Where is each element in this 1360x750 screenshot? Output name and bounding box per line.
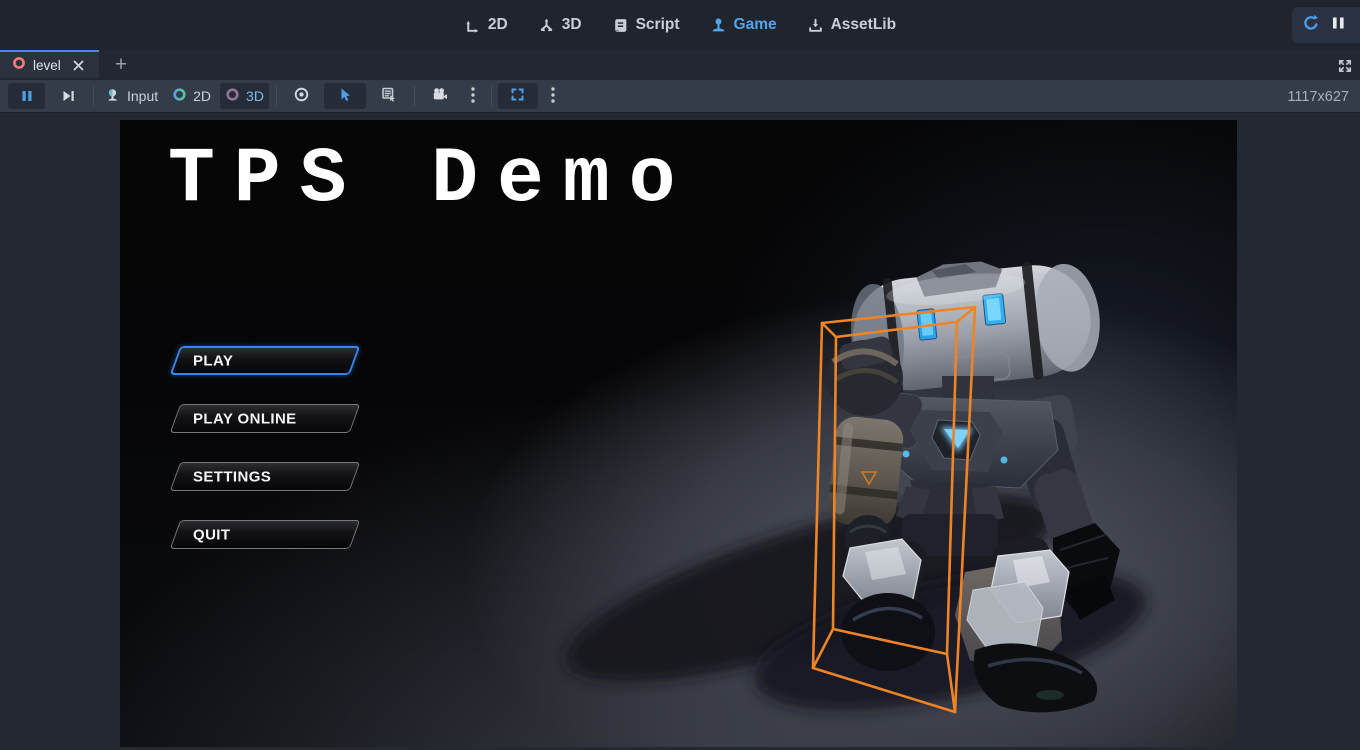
select-mode-button[interactable]	[324, 83, 366, 109]
workspace-tab-label: Script	[636, 16, 680, 34]
node-type-2d-button[interactable]: 2D	[167, 83, 216, 109]
next-frame-button[interactable]	[49, 83, 86, 109]
workspace-tab-label: 2D	[488, 16, 508, 34]
circle-dot-icon	[293, 86, 310, 106]
reload-icon[interactable]	[1302, 14, 1320, 37]
workspace-tab-label: 3D	[562, 16, 582, 34]
run-controls-panel	[1292, 7, 1360, 43]
expand-icon[interactable]	[1336, 57, 1354, 75]
input-toggle-label: Input	[127, 83, 158, 109]
node-type-2d-label: 2D	[193, 83, 211, 109]
list-select-icon	[380, 86, 397, 106]
toolbar-separator	[276, 86, 277, 106]
scene-3d-node-icon	[12, 56, 26, 75]
toolbar-separator	[491, 86, 492, 106]
visibility-button[interactable]	[283, 83, 320, 109]
game-title: TPS Demo	[168, 136, 694, 224]
game-joystick-icon	[710, 17, 727, 34]
add-scene-tab-button[interactable]: +	[106, 50, 136, 80]
workspace-nav: 2D 3D Script	[464, 16, 896, 34]
play-button[interactable]: PLAY	[175, 346, 355, 375]
input-toggle-button[interactable]: Input	[100, 83, 163, 109]
camera-override-button[interactable]	[421, 83, 458, 109]
workspace-tab-script[interactable]: Script	[612, 16, 680, 34]
embed-game-button[interactable]	[498, 83, 538, 109]
quit-button[interactable]: QUIT	[175, 520, 355, 549]
scene-tab-bar: level +	[0, 50, 1360, 80]
camera-icon	[431, 86, 448, 106]
game-view-toolbar: Input 2D 3D	[0, 80, 1360, 113]
quit-button-label: QUIT	[193, 526, 230, 543]
node-2d-ring-icon	[172, 87, 187, 105]
workspace-tab-3d[interactable]: 3D	[538, 16, 582, 34]
workspace-tab-label: AssetLib	[831, 16, 896, 34]
play-button-label: PLAY	[193, 352, 233, 369]
embed-menu-button[interactable]	[542, 83, 564, 109]
workspace-tab-game[interactable]: Game	[710, 16, 777, 34]
workspace-2d-icon	[464, 17, 481, 34]
assetlib-download-icon	[807, 17, 824, 34]
camera-menu-button[interactable]	[462, 83, 484, 109]
ellipsis-icon	[550, 86, 556, 107]
list-select-button[interactable]	[370, 83, 407, 109]
script-icon	[612, 17, 629, 34]
viewport-resolution-label: 1117x627	[1287, 80, 1349, 113]
editor-top-bar: 2D 3D Script	[0, 0, 1360, 50]
pause-button[interactable]	[8, 83, 45, 109]
close-icon[interactable]	[72, 59, 85, 72]
workspace-3d-icon	[538, 17, 555, 34]
input-joystick-icon	[105, 87, 121, 106]
frame-brackets-icon	[509, 86, 526, 106]
game-viewport[interactable]: TPS Demo PLAY PLAY ONLINE SETTINGS QUIT	[120, 120, 1237, 747]
workspace-tab-assetlib[interactable]: AssetLib	[807, 16, 896, 34]
node-type-3d-button[interactable]: 3D	[220, 83, 269, 109]
workspace-tab-2d[interactable]: 2D	[464, 16, 508, 34]
cursor-icon	[337, 87, 353, 106]
toolbar-separator	[93, 86, 94, 106]
scene-tab-level[interactable]: level	[0, 50, 99, 78]
node-type-3d-label: 3D	[246, 83, 264, 109]
settings-button-label: SETTINGS	[193, 468, 271, 485]
scene-tab-label: level	[33, 58, 61, 73]
settings-button[interactable]: SETTINGS	[175, 462, 355, 491]
ellipsis-icon	[470, 86, 476, 107]
workspace-tab-label: Game	[734, 16, 777, 34]
toolbar-separator	[414, 86, 415, 106]
node-3d-ring-icon	[225, 87, 240, 105]
pause-icon[interactable]	[1332, 15, 1346, 36]
play-online-button[interactable]: PLAY ONLINE	[175, 404, 355, 433]
play-online-button-label: PLAY ONLINE	[193, 410, 297, 427]
